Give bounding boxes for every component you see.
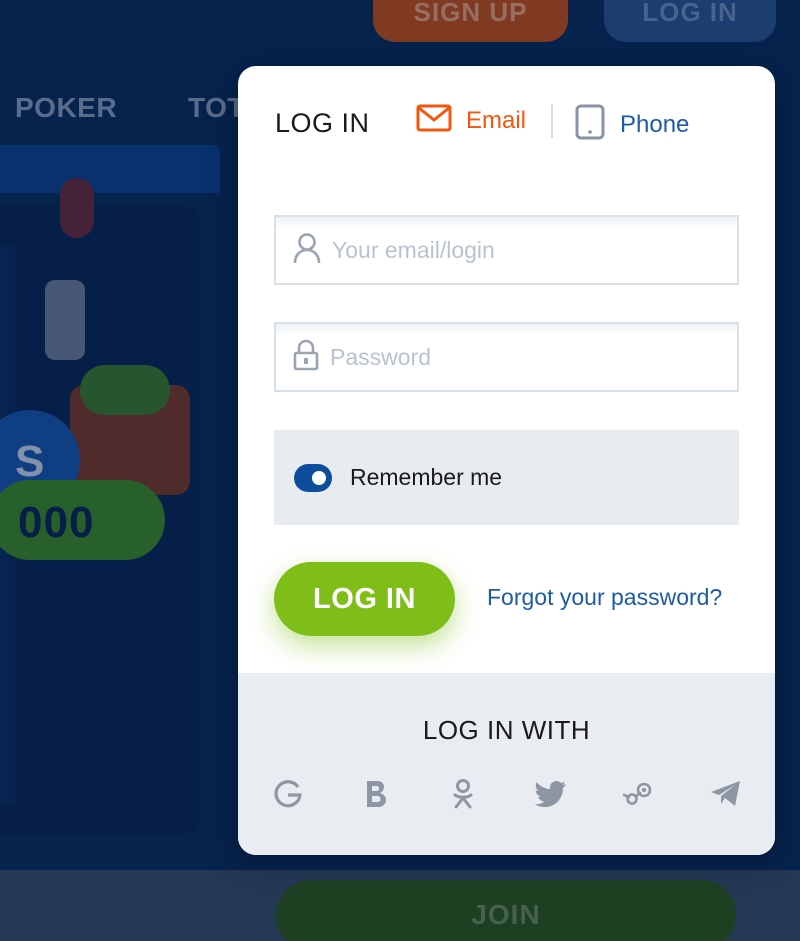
phone-icon <box>574 104 606 145</box>
toggle-knob <box>312 470 326 485</box>
tab-email[interactable]: Email <box>416 104 526 137</box>
tab-phone-label: Phone <box>620 110 690 138</box>
remember-me-toggle[interactable] <box>294 463 332 492</box>
social-login-section: LOG IN WITH <box>238 673 775 855</box>
remember-me-row: Remember me <box>274 430 739 525</box>
tab-divider <box>551 104 553 138</box>
modal-title: LOG IN <box>275 108 370 138</box>
forgot-password-link[interactable]: Forgot your password? <box>487 584 722 611</box>
odnoklassniki-icon[interactable] <box>447 778 479 810</box>
b-icon[interactable] <box>360 778 392 810</box>
telegram-icon[interactable] <box>710 778 742 810</box>
password-field-shadow <box>276 324 737 336</box>
social-login-icons <box>272 778 742 810</box>
user-icon <box>292 232 322 269</box>
remember-me-label: Remember me <box>350 464 503 490</box>
email-field-shadow <box>276 217 737 229</box>
tab-email-label: Email <box>466 106 527 134</box>
google-icon[interactable] <box>272 778 304 810</box>
password-input[interactable] <box>330 343 730 371</box>
lock-icon <box>292 339 320 376</box>
login-submit-button[interactable]: LOG IN <box>274 562 455 636</box>
social-login-title: LOG IN WITH <box>422 715 591 745</box>
steam-icon[interactable] <box>622 778 654 810</box>
password-field-container <box>274 322 739 392</box>
login-modal: LOG IN Email Phone Your email/login Reme… <box>238 66 775 855</box>
twitter-icon[interactable] <box>534 778 567 810</box>
envelope-icon <box>416 104 452 137</box>
email-field-container <box>274 215 739 285</box>
email-input[interactable] <box>332 236 732 264</box>
tab-phone[interactable]: Phone <box>574 104 689 145</box>
